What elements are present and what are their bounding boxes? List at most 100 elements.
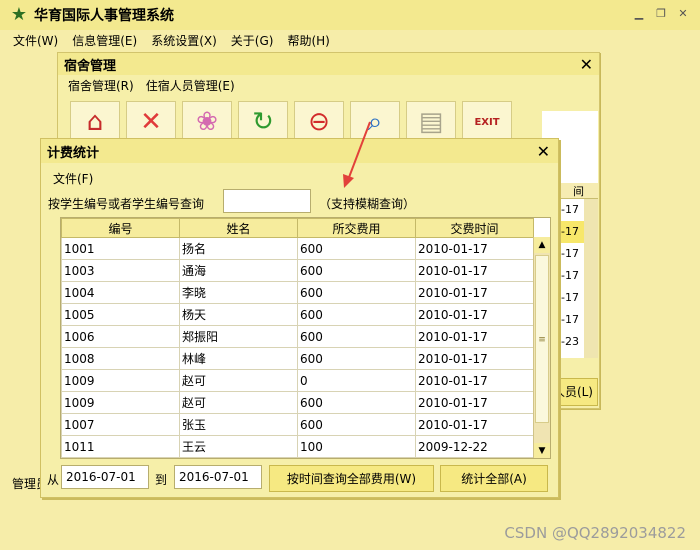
cell-id: 1005 — [61, 303, 180, 326]
watermark: CSDN @QQ2892034822 — [504, 524, 686, 542]
table-scrollbar[interactable]: ▲ ≡ ▼ — [533, 237, 550, 458]
menu-help[interactable]: 帮助(H) — [280, 30, 336, 50]
cell-name: 李晓 — [179, 281, 298, 304]
cell-date: 2010-01-17 — [415, 303, 534, 326]
cell-date: 2010-01-17 — [415, 281, 534, 304]
menu-file[interactable]: 文件(W) — [6, 30, 65, 50]
menu-info[interactable]: 信息管理(E) — [65, 30, 144, 50]
scroll-up-icon[interactable]: ▲ — [534, 237, 550, 253]
window-controls: ▁ ❐ ✕ — [630, 5, 692, 23]
column-header-date[interactable]: 交费时间 — [415, 218, 534, 238]
cell-name: 通海 — [179, 259, 298, 282]
column-header-id[interactable]: 编号 — [61, 218, 180, 238]
query-hint: （支持模糊查询） — [319, 197, 416, 211]
cell-id: 1009 — [61, 391, 180, 414]
cell-date: 2010-01-17 — [415, 237, 534, 260]
column-header-fee[interactable]: 所交费用 — [297, 218, 416, 238]
close-icon[interactable]: ✕ — [674, 5, 692, 23]
cell-fee: 600 — [297, 281, 416, 304]
cell-fee: 600 — [297, 325, 416, 348]
table-row[interactable]: 1004 李晓 600 2010-01-17 — [61, 281, 534, 304]
cell-fee: 600 — [297, 391, 416, 414]
cell-fee: 600 — [297, 303, 416, 326]
dorm-toolbar: ⌂ ✕ ❀ ↻ ⊖ ⌕ ▤ EXIT — [70, 101, 512, 143]
table-row[interactable]: 1007 张玉 600 2010-01-17 — [61, 413, 534, 436]
refresh-icon[interactable]: ↻ — [238, 101, 288, 143]
close-icon[interactable]: ✕ — [580, 55, 593, 74]
cell-fee: 0 — [297, 369, 416, 392]
date-to-input[interactable] — [174, 465, 262, 489]
cell-name: 林峰 — [179, 347, 298, 370]
dorm-side-grid: 间 -17 -17 -17 -17 -17 -17 -23 — [558, 183, 598, 358]
menu-dorm-manage[interactable]: 宿舍管理(R) — [62, 77, 140, 94]
cell-id: 1008 — [61, 347, 180, 370]
cell-date: 2010-01-17 — [415, 413, 534, 436]
cell-name: 扬名 — [179, 237, 298, 260]
cell-id: 1009 — [61, 369, 180, 392]
cell-id: 1006 — [61, 325, 180, 348]
close-icon[interactable]: ✕ — [537, 142, 550, 161]
menu-about[interactable]: 关于(G) — [224, 30, 281, 50]
cell-date: 2009-12-22 — [415, 435, 534, 458]
minimize-icon[interactable]: ▁ — [630, 5, 648, 23]
fee-table: 编号 姓名 所交费用 交费时间 1001 扬名 600 2010-01-17 1… — [60, 217, 551, 459]
app-titlebar: ★ 华育国际人事管理系统 ▁ ❐ ✕ — [0, 0, 700, 30]
cell-id: 1003 — [61, 259, 180, 282]
fee-window-title: 计费统计 — [41, 139, 558, 163]
table-row[interactable]: 1008 林峰 600 2010-01-17 — [61, 347, 534, 370]
cell-name: 王云 — [179, 435, 298, 458]
exit-icon[interactable]: EXIT — [462, 101, 512, 143]
table-row[interactable]: 1005 杨天 600 2010-01-17 — [61, 303, 534, 326]
cell-name: 赵可 — [179, 369, 298, 392]
maximize-icon[interactable]: ❐ — [652, 5, 670, 23]
menu-settings[interactable]: 系统设置(X) — [144, 30, 224, 50]
table-row[interactable]: 1011 王云 100 2009-12-22 — [61, 435, 534, 458]
cell-id: 1011 — [61, 435, 180, 458]
scroll-thumb[interactable]: ≡ — [535, 255, 549, 423]
cell-name: 郑振阳 — [179, 325, 298, 348]
table-row[interactable]: 1003 通海 600 2010-01-17 — [61, 259, 534, 282]
query-by-time-button[interactable]: 按时间查询全部费用(W) — [269, 465, 434, 492]
dorm-window-title: 宿舍管理 — [58, 53, 599, 75]
column-header-name[interactable]: 姓名 — [179, 218, 298, 238]
cell-date: 2010-01-17 — [415, 325, 534, 348]
from-label: 从 — [47, 473, 60, 487]
cell-fee: 100 — [297, 435, 416, 458]
cell-fee: 600 — [297, 413, 416, 436]
cell-name: 杨天 — [179, 303, 298, 326]
cell-name: 赵可 — [179, 391, 298, 414]
cell-date: 2010-01-17 — [415, 369, 534, 392]
query-input[interactable] — [223, 189, 311, 213]
menu-resident-manage[interactable]: 住宿人员管理(E) — [140, 77, 241, 94]
remove-icon[interactable]: ⊖ — [294, 101, 344, 143]
cell-fee: 600 — [297, 237, 416, 260]
cell-id: 1001 — [61, 237, 180, 260]
dorm-menubar: 宿舍管理(R) 住宿人员管理(E) — [58, 75, 599, 95]
fee-window: 计费统计 ✕ 文件(F) 按学生编号或者学生编号查询 （支持模糊查询） 编号 姓… — [40, 138, 559, 498]
date-from-input[interactable] — [61, 465, 149, 489]
query-label: 按学生编号或者学生编号查询 — [48, 197, 205, 211]
annotation-arrow-icon — [343, 121, 371, 188]
star-icon: ★ — [10, 4, 28, 25]
home-icon[interactable]: ⌂ — [70, 101, 120, 143]
scroll-down-icon[interactable]: ▼ — [534, 443, 550, 458]
document-icon[interactable]: ▤ — [406, 101, 456, 143]
cell-date: 2010-01-17 — [415, 347, 534, 370]
table-row[interactable]: 1009 赵可 600 2010-01-17 — [61, 391, 534, 414]
cell-fee: 600 — [297, 347, 416, 370]
table-row[interactable]: 1006 郑振阳 600 2010-01-17 — [61, 325, 534, 348]
cell-id: 1004 — [61, 281, 180, 304]
cell-date: 2010-01-17 — [415, 391, 534, 414]
side-grid-header: 间 — [559, 183, 598, 199]
app-title: 华育国际人事管理系统 — [34, 8, 174, 24]
statistics-all-button[interactable]: 统计全部(A) — [440, 465, 548, 492]
cell-date: 2010-01-17 — [415, 259, 534, 282]
side-scrollbar[interactable] — [584, 199, 598, 358]
cell-fee: 600 — [297, 259, 416, 282]
to-label: 到 — [155, 473, 168, 487]
table-row[interactable]: 1001 扬名 600 2010-01-17 — [61, 237, 534, 260]
table-row[interactable]: 1009 赵可 0 2010-01-17 — [61, 369, 534, 392]
delete-icon[interactable]: ✕ — [126, 101, 176, 143]
menu-fee-file[interactable]: 文件(F) — [53, 170, 93, 187]
people-icon[interactable]: ❀ — [182, 101, 232, 143]
